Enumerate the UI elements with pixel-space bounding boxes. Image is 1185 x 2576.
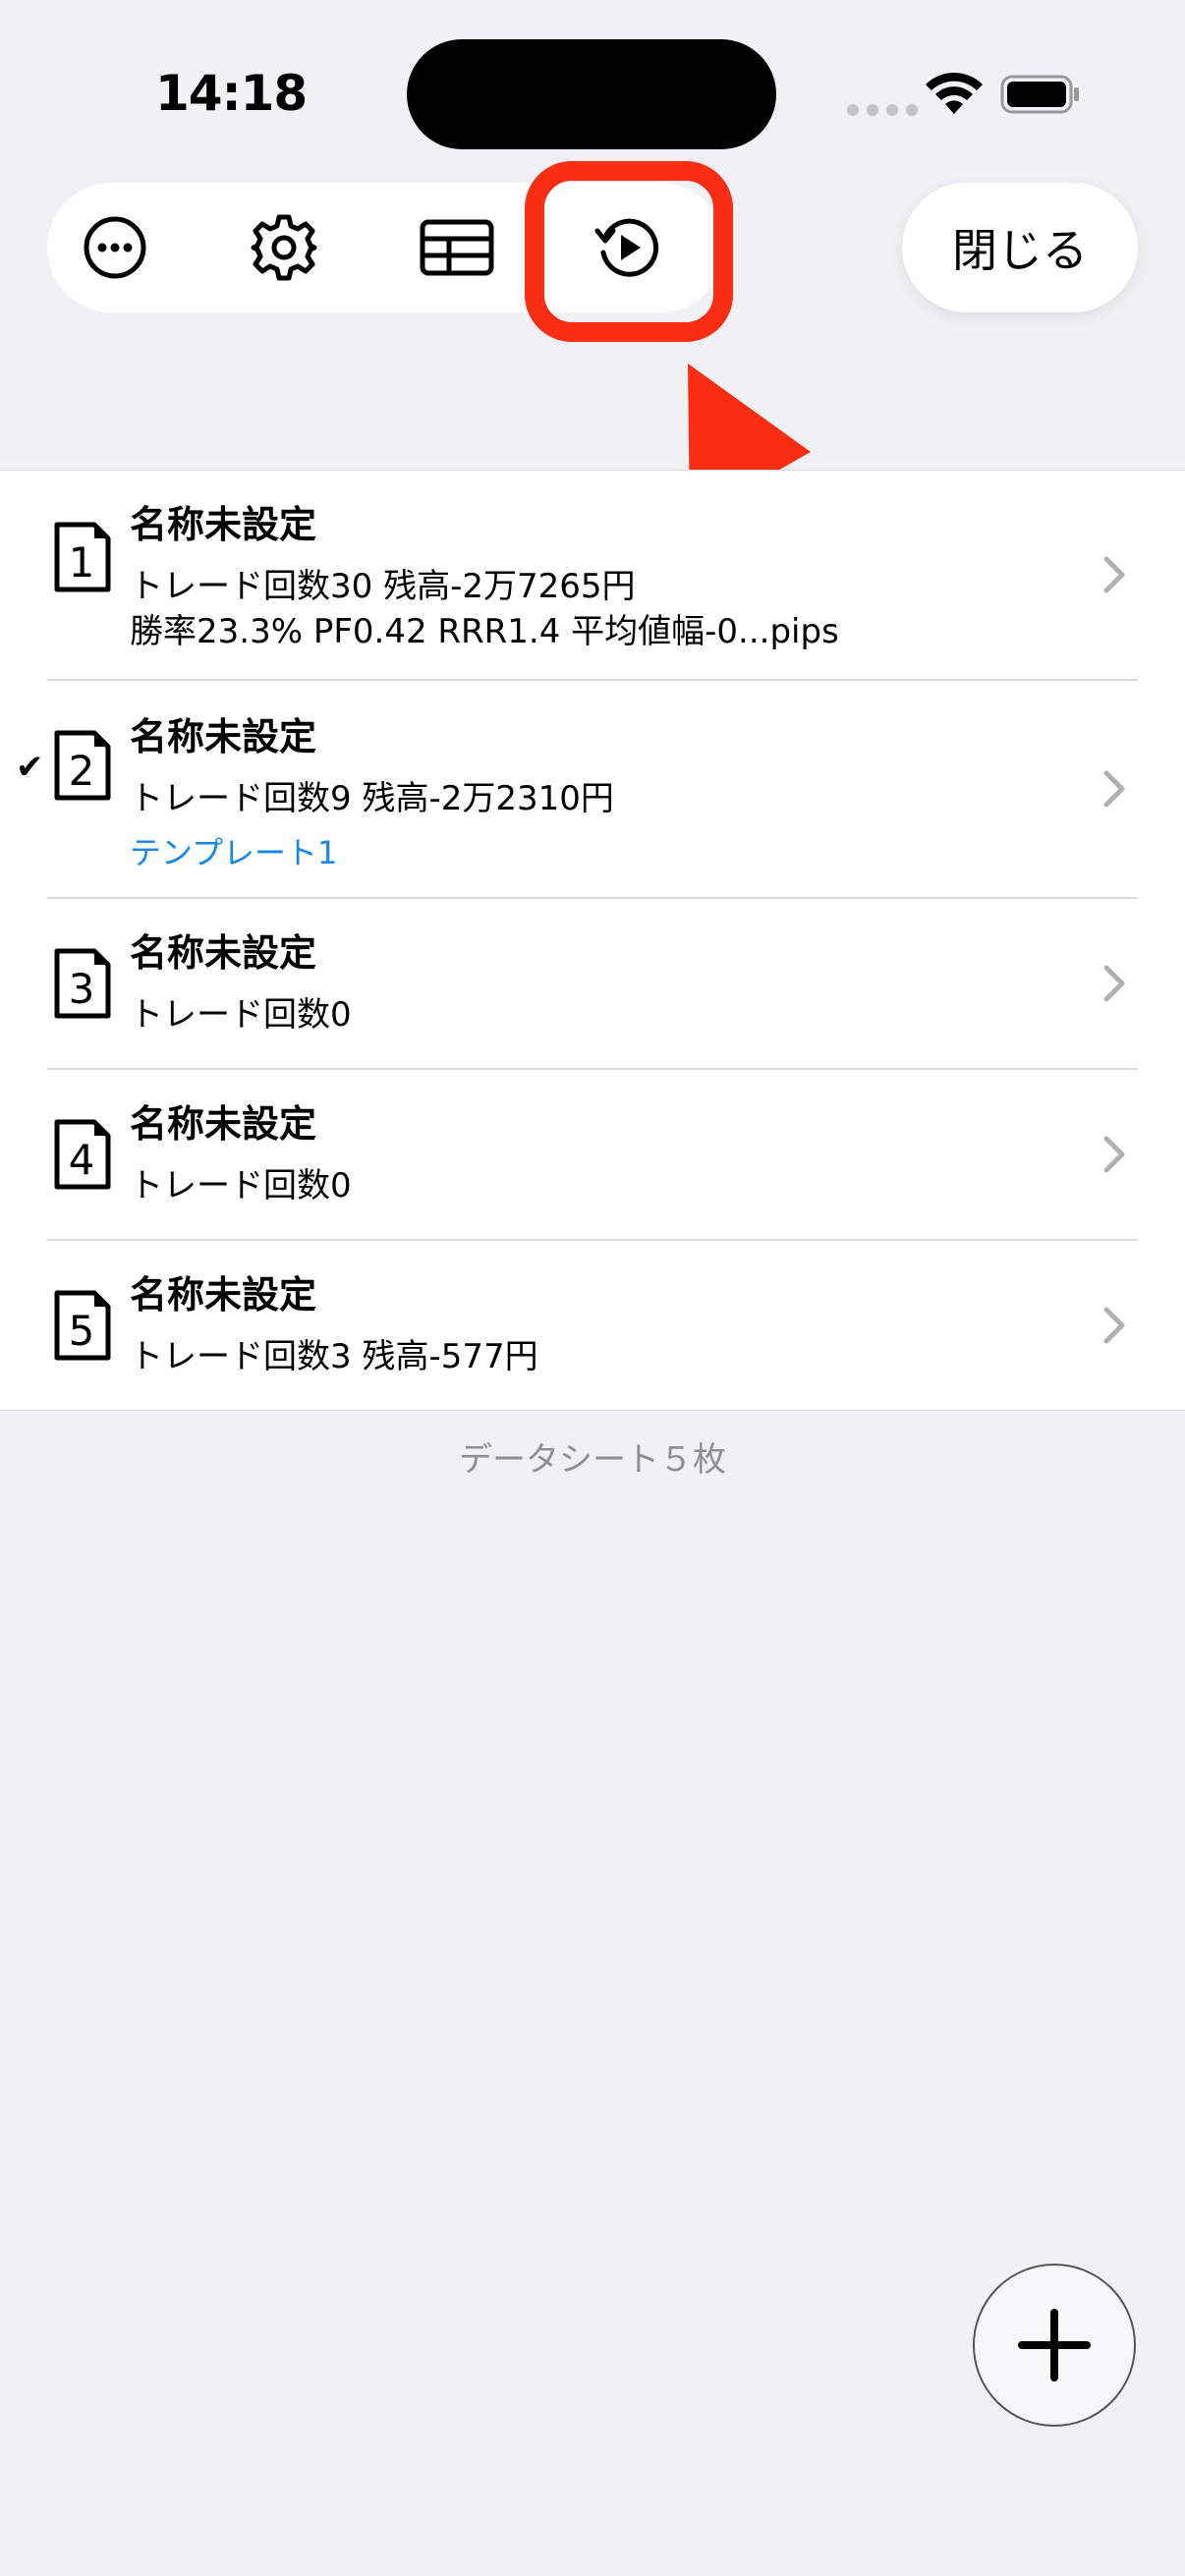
datasheet-list: 1 名称未設定 トレード回数30 残高-2万7265円 勝率23.3% PF0.… [0,470,1185,1411]
svg-text:5: 5 [69,1307,95,1355]
highlight-box [525,161,733,342]
close-button[interactable]: 閉じる [902,183,1138,312]
datasheet-row-2[interactable]: ✔ 2 名称未設定 トレード回数9 残高-2万2310円 テンプレート1 [0,679,1185,897]
svg-text:3: 3 [69,965,95,1013]
battery-icon [1000,75,1079,114]
chevron-right-icon [1103,556,1125,593]
chevron-right-icon [1103,1136,1125,1173]
cellular-signal-icon [847,104,918,116]
datasheet-summary: トレード回数3 残高-577円 [130,1337,538,1376]
datasheet-title: 名称未設定 [130,503,317,546]
datasheet-title: 名称未設定 [130,1273,317,1316]
datasheet-summary: トレード回数0 [130,995,352,1035]
table-button[interactable] [393,183,521,312]
chevron-right-icon [1103,965,1125,1002]
datasheet-title: 名称未設定 [130,1102,317,1146]
status-bar: 14:18 [0,0,1185,187]
datasheet-row-1[interactable]: 1 名称未設定 トレード回数30 残高-2万7265円 勝率23.3% PF0.… [0,471,1185,679]
datasheet-row-4[interactable]: 4 名称未設定 トレード回数0 [0,1068,1185,1239]
ellipsis-circle-icon [84,216,146,279]
document-5-icon: 5 [54,1290,111,1361]
document-2-icon: 2 [54,730,111,801]
svg-text:4: 4 [69,1136,95,1184]
svg-text:2: 2 [69,747,95,795]
more-button[interactable] [51,183,179,312]
document-1-icon: 1 [54,522,111,592]
document-3-icon: 3 [54,948,111,1019]
add-datasheet-button[interactable] [973,2264,1136,2427]
datasheet-title: 名称未設定 [130,715,317,758]
datasheet-summary: トレード回数30 残高-2万7265円 [130,567,636,606]
datasheet-stats: 勝率23.3% PF0.42 RRR1.4 平均値幅-0...pips [130,612,839,651]
chevron-right-icon [1103,1307,1125,1344]
wifi-icon [926,72,983,114]
table-icon [420,219,494,276]
plus-icon [1018,2309,1091,2381]
datasheet-row-5[interactable]: 5 名称未設定 トレード回数3 残高-577円 [0,1239,1185,1410]
settings-button[interactable] [220,183,348,312]
template-link[interactable]: テンプレート1 [130,828,337,873]
datasheet-summary: トレード回数0 [130,1166,352,1205]
datasheet-count: データシート５枚 [459,1440,726,1480]
datasheet-title: 名称未設定 [130,931,317,975]
svg-text:1: 1 [69,538,95,587]
datasheet-row-3[interactable]: 3 名称未設定 トレード回数0 [0,897,1185,1068]
datasheet-summary: トレード回数9 残高-2万2310円 [130,779,614,818]
document-4-icon: 4 [54,1119,111,1190]
status-time: 14:18 [155,65,308,122]
selected-checkmark-icon: ✔ [16,748,44,787]
chevron-right-icon [1103,770,1125,808]
dynamic-island [407,39,776,149]
gear-icon [251,214,317,281]
